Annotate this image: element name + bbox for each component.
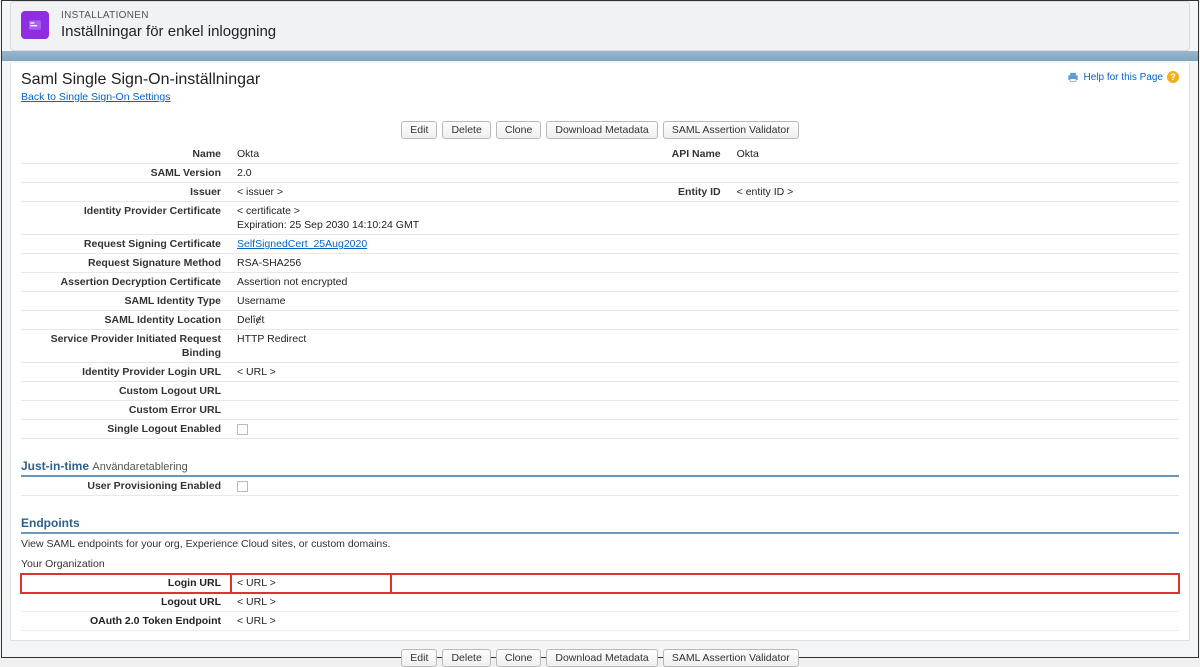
back-link[interactable]: Back to Single Sign-On Settings (21, 91, 170, 103)
setup-icon (21, 11, 49, 39)
endpoints-your-org: Your Organization (21, 556, 1179, 574)
delete-button-bottom[interactable]: Delete (442, 649, 490, 667)
value-api-name: Okta (731, 145, 1179, 164)
row-issuer: Issuer < issuer > Entity ID < entity ID … (21, 183, 1179, 202)
row-req-sign-cert: Request Signing Certificate SelfSignedCe… (21, 235, 1179, 254)
eyebrow: INSTALLATIONEN (61, 10, 276, 21)
value-login-url: < URL > (231, 574, 391, 593)
row-sp-init-binding: Service Provider Initiated Request Bindi… (21, 330, 1179, 363)
divider-bar (2, 51, 1198, 61)
endpoints-table: Login URL < URL > Logout URL < URL > OAu… (21, 574, 1179, 631)
row-name: Name Okta API Name Okta (21, 145, 1179, 164)
content-panel: Saml Single Sign-On-inställningar Back t… (10, 63, 1190, 641)
row-idp-cert: Identity Provider Certificate < certific… (21, 202, 1179, 235)
row-saml-identity-type: SAML Identity Type Username (21, 292, 1179, 311)
row-assert-decrypt-cert: Assertion Decryption Certificate Asserti… (21, 273, 1179, 292)
checkbox-user-provisioning (237, 481, 248, 492)
saml-validator-button[interactable]: SAML Assertion Validator (663, 121, 799, 139)
button-row-top: Edit Delete Clone Download Metadata SAML… (21, 121, 1179, 139)
help-link[interactable]: Help for this Page ? (1066, 71, 1180, 83)
section-jit: Just-in-time Användaretablering (21, 445, 1179, 477)
link-req-sign-cert[interactable]: SelfSignedCert_25Aug2020 (237, 238, 367, 250)
checkbox-single-logout (237, 424, 248, 435)
value-name: Okta (231, 145, 611, 164)
row-idp-login-url: Identity Provider Login URL < URL > (21, 363, 1179, 382)
row-user-provisioning: User Provisioning Enabled (21, 477, 1179, 496)
help-label: Help for this Page (1084, 72, 1164, 83)
download-metadata-button-bottom[interactable]: Download Metadata (546, 649, 657, 667)
label-api-name: API Name (611, 145, 731, 164)
button-row-bottom: Edit Delete Clone Download Metadata SAML… (21, 649, 1179, 667)
jit-table: User Provisioning Enabled (21, 477, 1179, 496)
section-jit-title: Just-in-time (21, 459, 89, 473)
row-custom-logout-url: Custom Logout URL (21, 382, 1179, 401)
section-endpoints-title: Endpoints (21, 502, 1179, 534)
value-oauth-token: < URL > (231, 612, 1179, 631)
section-jit-sub: Användaretablering (92, 461, 187, 473)
endpoints-note: View SAML endpoints for your org, Experi… (21, 534, 1179, 556)
page-title: Saml Single Sign-On-inställningar (21, 71, 260, 89)
value-logout-url: < URL > (231, 593, 1179, 612)
edit-button-bottom[interactable]: Edit (401, 649, 437, 667)
download-metadata-button[interactable]: Download Metadata (546, 121, 657, 139)
header-title: Inställningar för enkel inloggning (61, 23, 276, 40)
row-login-url: Login URL < URL > (21, 574, 1179, 593)
row-oauth-token: OAuth 2.0 Token Endpoint < URL > (21, 612, 1179, 631)
row-logout-url: Logout URL < URL > (21, 593, 1179, 612)
clone-button-bottom[interactable]: Clone (496, 649, 541, 667)
edit-button[interactable]: Edit (401, 121, 437, 139)
value-idp-cert: < certificate > (237, 205, 300, 217)
row-saml-version: SAML Version 2.0 (21, 164, 1179, 183)
value-idp-cert-expiration: Expiration: 25 Sep 2030 14:10:24 GMT (237, 219, 419, 231)
printer-icon (1066, 71, 1080, 83)
delete-button[interactable]: Delete (442, 121, 490, 139)
setup-header-text: INSTALLATIONEN Inställningar för enkel i… (61, 10, 276, 40)
row-saml-identity-location: SAML Identity Location Delîɇt (21, 311, 1179, 330)
row-req-sig-method: Request Signature Method RSA-SHA256 (21, 254, 1179, 273)
detail-table: Name Okta API Name Okta SAML Version 2.0… (21, 145, 1179, 439)
row-custom-error-url: Custom Error URL (21, 401, 1179, 420)
help-question-icon: ? (1167, 71, 1179, 83)
row-single-logout-enabled: Single Logout Enabled (21, 420, 1179, 439)
setup-header-card: INSTALLATIONEN Inställningar för enkel i… (10, 1, 1190, 51)
saml-validator-button-bottom[interactable]: SAML Assertion Validator (663, 649, 799, 667)
label-name: Name (21, 145, 231, 164)
clone-button[interactable]: Clone (496, 121, 541, 139)
